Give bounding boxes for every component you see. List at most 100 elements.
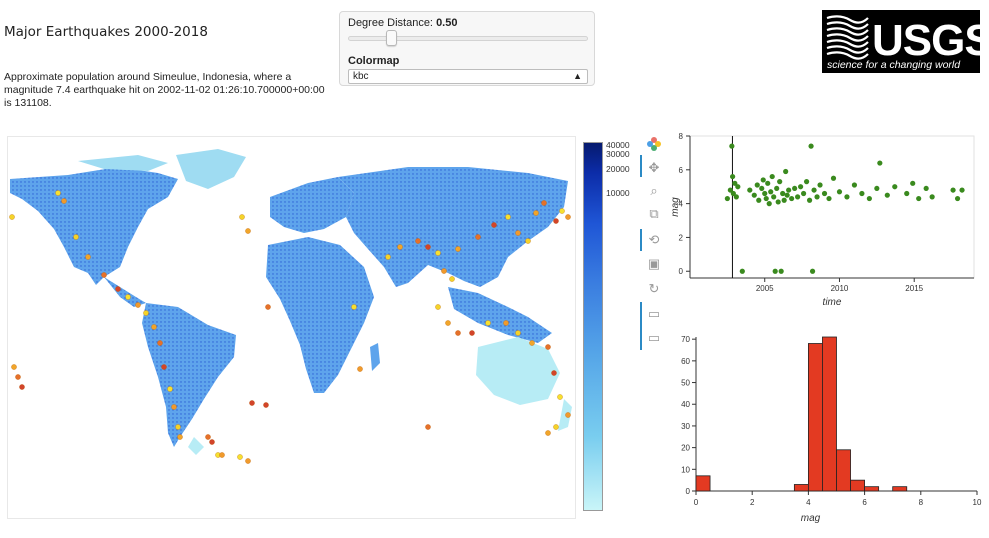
scatter-point[interactable] xyxy=(817,182,823,188)
earthquake-marker[interactable] xyxy=(515,330,521,336)
scatter-point[interactable] xyxy=(877,160,883,166)
scatter-point[interactable] xyxy=(781,197,787,203)
earthquake-marker[interactable] xyxy=(565,412,571,418)
wheel-zoom-icon[interactable]: ⧉ xyxy=(644,204,664,224)
earthquake-marker[interactable] xyxy=(171,404,177,410)
scatter-point[interactable] xyxy=(844,194,850,200)
earthquake-marker[interactable] xyxy=(385,254,391,260)
scatter-point[interactable] xyxy=(724,195,730,202)
scatter-point[interactable] xyxy=(759,185,765,192)
degree-distance-slider[interactable] xyxy=(348,36,588,41)
scatter-point[interactable] xyxy=(808,143,814,149)
earthquake-marker[interactable] xyxy=(357,366,363,372)
scatter-point[interactable] xyxy=(916,195,922,202)
earthquake-marker[interactable] xyxy=(515,230,521,236)
scatter-point[interactable] xyxy=(747,187,753,193)
histogram-bar[interactable] xyxy=(822,336,837,492)
histogram-bar[interactable] xyxy=(807,343,823,492)
pan-icon[interactable]: ✥ xyxy=(644,158,664,178)
earthquake-marker[interactable] xyxy=(449,276,455,282)
earthquake-marker[interactable] xyxy=(445,320,451,326)
histogram-bar[interactable] xyxy=(892,486,908,492)
scatter-point[interactable] xyxy=(826,195,832,202)
histogram-bar[interactable] xyxy=(864,486,880,492)
earthquake-marker[interactable] xyxy=(425,244,431,250)
hover-icon[interactable]: ▭ xyxy=(644,304,664,324)
earthquake-marker[interactable] xyxy=(249,400,255,406)
scatter-point[interactable] xyxy=(910,180,916,186)
earthquake-marker[interactable] xyxy=(559,208,565,214)
scatter-point[interactable] xyxy=(739,268,745,274)
scatter-point[interactable] xyxy=(892,184,898,190)
earthquake-marker[interactable] xyxy=(565,214,571,220)
earthquake-marker[interactable] xyxy=(545,430,551,436)
earthquake-marker[interactable] xyxy=(11,364,17,370)
box-zoom-icon[interactable]: ⌕ xyxy=(644,181,664,201)
scatter-point[interactable] xyxy=(780,190,786,197)
earthquake-marker[interactable] xyxy=(209,439,215,445)
earthquake-marker[interactable] xyxy=(263,402,269,408)
scatter-point[interactable] xyxy=(778,268,784,274)
scatter-point[interactable] xyxy=(954,195,961,202)
scatter-point[interactable] xyxy=(836,189,843,195)
scatter-point[interactable] xyxy=(959,187,965,193)
earthquake-marker[interactable] xyxy=(219,452,225,458)
scatter-point[interactable] xyxy=(830,175,837,181)
scatter-point[interactable] xyxy=(769,173,775,180)
histogram-bar[interactable] xyxy=(695,475,711,492)
scatter-point[interactable] xyxy=(783,168,789,175)
scatter-point[interactable] xyxy=(859,190,865,197)
earthquake-marker[interactable] xyxy=(491,222,497,228)
scatter-point[interactable] xyxy=(874,185,880,192)
scatter-point[interactable] xyxy=(754,182,760,188)
scatter-point[interactable] xyxy=(768,189,774,195)
earthquake-marker[interactable] xyxy=(415,238,421,244)
earthquake-marker[interactable] xyxy=(435,250,441,256)
scatter-point[interactable] xyxy=(929,194,935,200)
earthquake-marker[interactable] xyxy=(557,394,563,400)
earthquake-marker[interactable] xyxy=(541,200,547,206)
earthquake-marker[interactable] xyxy=(167,386,173,392)
earthquake-marker[interactable] xyxy=(9,214,15,220)
histogram-bar[interactable] xyxy=(836,449,851,492)
scatter-point[interactable] xyxy=(735,184,741,190)
magnitude-time-scatter[interactable]: 0 2 4 6 8 2005 2010 2015 time mag xyxy=(670,132,982,327)
scatter-point[interactable] xyxy=(763,195,769,202)
earthquake-marker[interactable] xyxy=(143,310,149,316)
scatter-point[interactable] xyxy=(795,194,801,200)
earthquake-marker[interactable] xyxy=(551,370,557,376)
earthquake-marker[interactable] xyxy=(205,434,211,440)
earthquake-marker[interactable] xyxy=(15,374,21,380)
earthquake-marker[interactable] xyxy=(529,340,535,346)
scatter-point[interactable] xyxy=(806,197,813,203)
earthquake-marker[interactable] xyxy=(485,320,491,326)
scatter-point[interactable] xyxy=(801,190,807,197)
earthquake-marker[interactable] xyxy=(505,214,511,220)
scatter-point[interactable] xyxy=(762,190,768,197)
earthquake-marker[interactable] xyxy=(553,218,559,224)
earthquake-marker[interactable] xyxy=(101,272,107,278)
reset-icon[interactable]: ↻ xyxy=(644,279,664,299)
bokeh-logo-icon[interactable] xyxy=(644,134,664,154)
earthquake-marker[interactable] xyxy=(525,238,531,244)
scatter-point[interactable] xyxy=(789,195,795,202)
scatter-point[interactable] xyxy=(729,143,735,149)
earthquake-marker[interactable] xyxy=(351,304,357,310)
earthquake-marker[interactable] xyxy=(61,198,67,204)
scatter-point[interactable] xyxy=(733,194,739,200)
earthquake-marker[interactable] xyxy=(245,228,251,234)
scatter-point[interactable] xyxy=(784,192,790,198)
world-map[interactable] xyxy=(7,136,576,519)
earthquake-marker[interactable] xyxy=(545,344,551,350)
earthquake-marker[interactable] xyxy=(73,234,79,240)
scatter-point[interactable] xyxy=(904,190,910,197)
histogram-bar[interactable] xyxy=(850,479,866,492)
scatter-point[interactable] xyxy=(809,268,816,274)
scatter-point[interactable] xyxy=(760,177,766,183)
earthquake-marker[interactable] xyxy=(135,302,141,308)
earthquake-marker[interactable] xyxy=(455,330,461,336)
scatter-point[interactable] xyxy=(792,185,798,192)
scatter-point[interactable] xyxy=(772,268,778,274)
scatter-point[interactable] xyxy=(730,173,736,180)
scatter-point[interactable] xyxy=(771,194,777,200)
